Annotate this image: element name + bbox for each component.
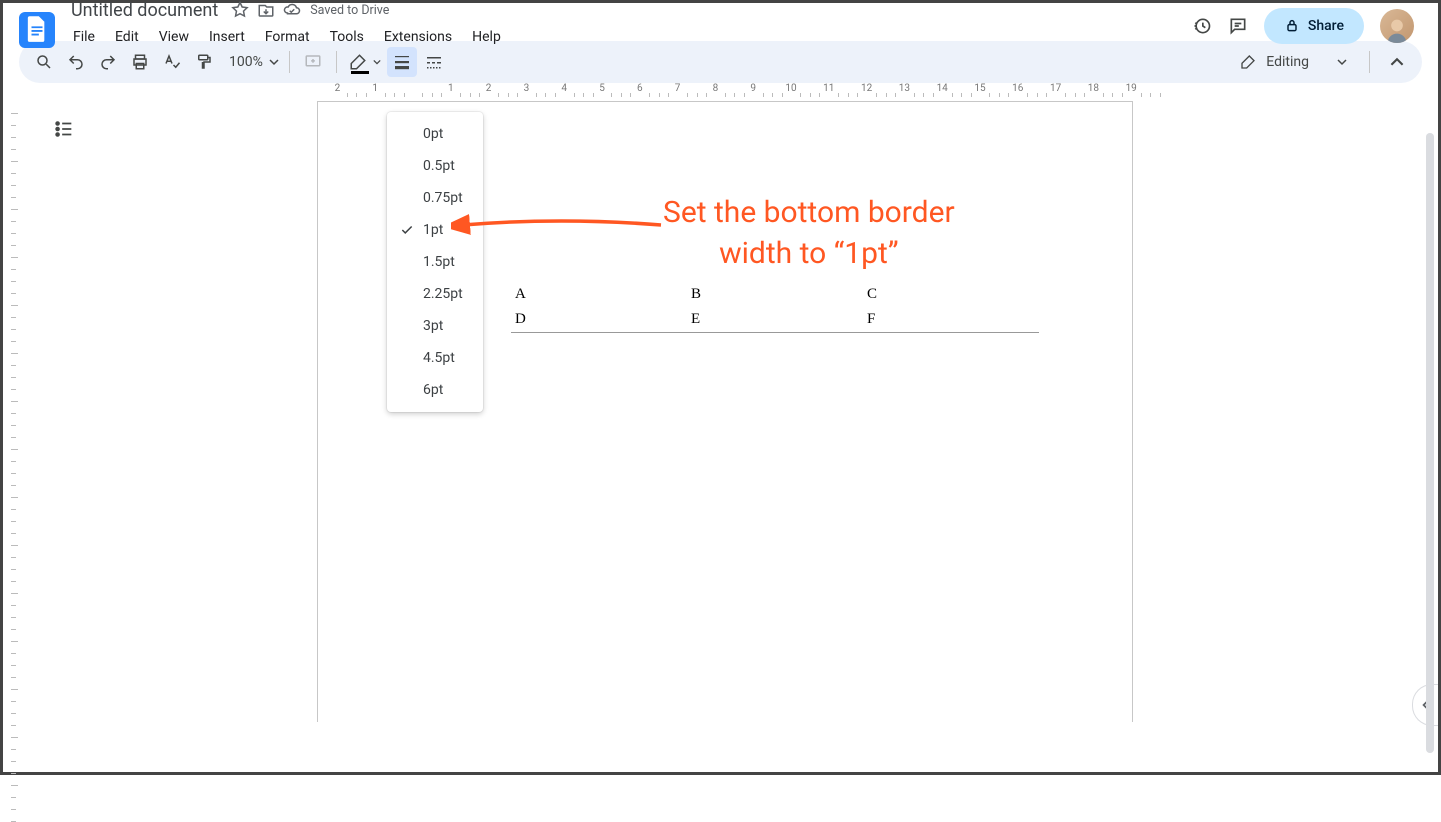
border-width-option[interactable]: 0pt (387, 118, 483, 150)
horizontal-ruler: 2112345678910111213141516171819 (18, 83, 1438, 98)
cloud-saved-icon[interactable] (282, 0, 302, 20)
border-width-option-label: 1.5pt (423, 254, 455, 270)
annotation-line2: width to “1pt” (663, 234, 955, 275)
doc-title[interactable]: Untitled document (65, 0, 224, 23)
border-width-option-label: 3pt (423, 318, 443, 334)
menu-edit[interactable]: Edit (107, 25, 147, 49)
print-icon[interactable] (125, 47, 155, 77)
saved-status: Saved to Drive (310, 3, 389, 18)
table-cell[interactable]: B (687, 282, 863, 307)
border-width-option[interactable]: 2.25pt (387, 278, 483, 310)
border-width-option-label: 0.75pt (423, 190, 463, 206)
table-cell[interactable]: C (863, 282, 1039, 307)
annotation-text: Set the bottom border width to “1pt” (663, 193, 955, 274)
add-comment-icon (298, 47, 328, 77)
table-row: A B C (511, 282, 1039, 307)
vertical-ruler (3, 83, 18, 722)
zoom-select[interactable]: 100% (221, 54, 281, 70)
border-width-dropdown: 0pt 0.5pt 0.75pt 1pt 1.5pt 2.25pt 3pt 4.5pt 6pt (387, 112, 483, 412)
share-label: Share (1308, 18, 1344, 34)
border-width-icon[interactable] (387, 47, 417, 77)
zoom-value: 100% (229, 54, 263, 70)
border-width-option[interactable]: 1.5pt (387, 246, 483, 278)
border-dash-icon[interactable] (419, 47, 449, 77)
history-icon[interactable] (1192, 16, 1212, 36)
border-width-option-label: 0.5pt (423, 158, 455, 174)
border-width-option-label: 1pt (423, 222, 443, 238)
table-cell[interactable]: A (511, 282, 687, 307)
annotation-line1: Set the bottom border (663, 193, 955, 234)
table-cell[interactable]: D (511, 307, 687, 333)
table[interactable]: A B C D E F (511, 282, 1039, 333)
menu-extensions[interactable]: Extensions (376, 25, 460, 49)
docs-logo[interactable] (19, 12, 55, 48)
border-width-option[interactable]: 1pt (387, 214, 483, 246)
vertical-scrollbar[interactable] (1426, 133, 1434, 753)
menu-help[interactable]: Help (464, 25, 509, 49)
border-width-option[interactable]: 3pt (387, 310, 483, 342)
border-width-option-label: 6pt (423, 382, 443, 398)
editing-mode-select[interactable]: Editing (1230, 50, 1357, 74)
search-icon[interactable] (29, 47, 59, 77)
comments-icon[interactable] (1228, 16, 1248, 36)
editing-mode-label: Editing (1266, 54, 1309, 70)
border-width-option[interactable]: 0.5pt (387, 150, 483, 182)
star-icon[interactable] (230, 0, 250, 20)
outline-toggle-icon[interactable] (46, 111, 82, 147)
menu-tools[interactable]: Tools (322, 25, 372, 49)
table-cell[interactable]: F (863, 307, 1039, 333)
table-cell[interactable]: E (687, 307, 863, 333)
menu-format[interactable]: Format (257, 25, 318, 49)
spellcheck-icon[interactable] (157, 47, 187, 77)
paint-format-icon[interactable] (189, 47, 219, 77)
border-width-option-label: 0pt (423, 126, 443, 142)
table-row: D E F (511, 307, 1039, 333)
check-icon (399, 223, 415, 237)
share-button[interactable]: Share (1264, 8, 1364, 44)
collapse-toolbar-icon[interactable] (1382, 47, 1412, 77)
border-color-icon[interactable] (345, 47, 385, 77)
border-width-option[interactable]: 4.5pt (387, 342, 483, 374)
menu-view[interactable]: View (151, 25, 197, 49)
border-width-option-label: 2.25pt (423, 286, 463, 302)
border-width-option-label: 4.5pt (423, 350, 455, 366)
border-width-option[interactable]: 6pt (387, 374, 483, 406)
border-width-option[interactable]: 0.75pt (387, 182, 483, 214)
redo-icon[interactable] (93, 47, 123, 77)
menu-insert[interactable]: Insert (201, 25, 253, 49)
undo-icon[interactable] (61, 47, 91, 77)
menu-file[interactable]: File (65, 25, 103, 49)
move-icon[interactable] (256, 0, 276, 20)
account-avatar[interactable] (1380, 9, 1414, 43)
